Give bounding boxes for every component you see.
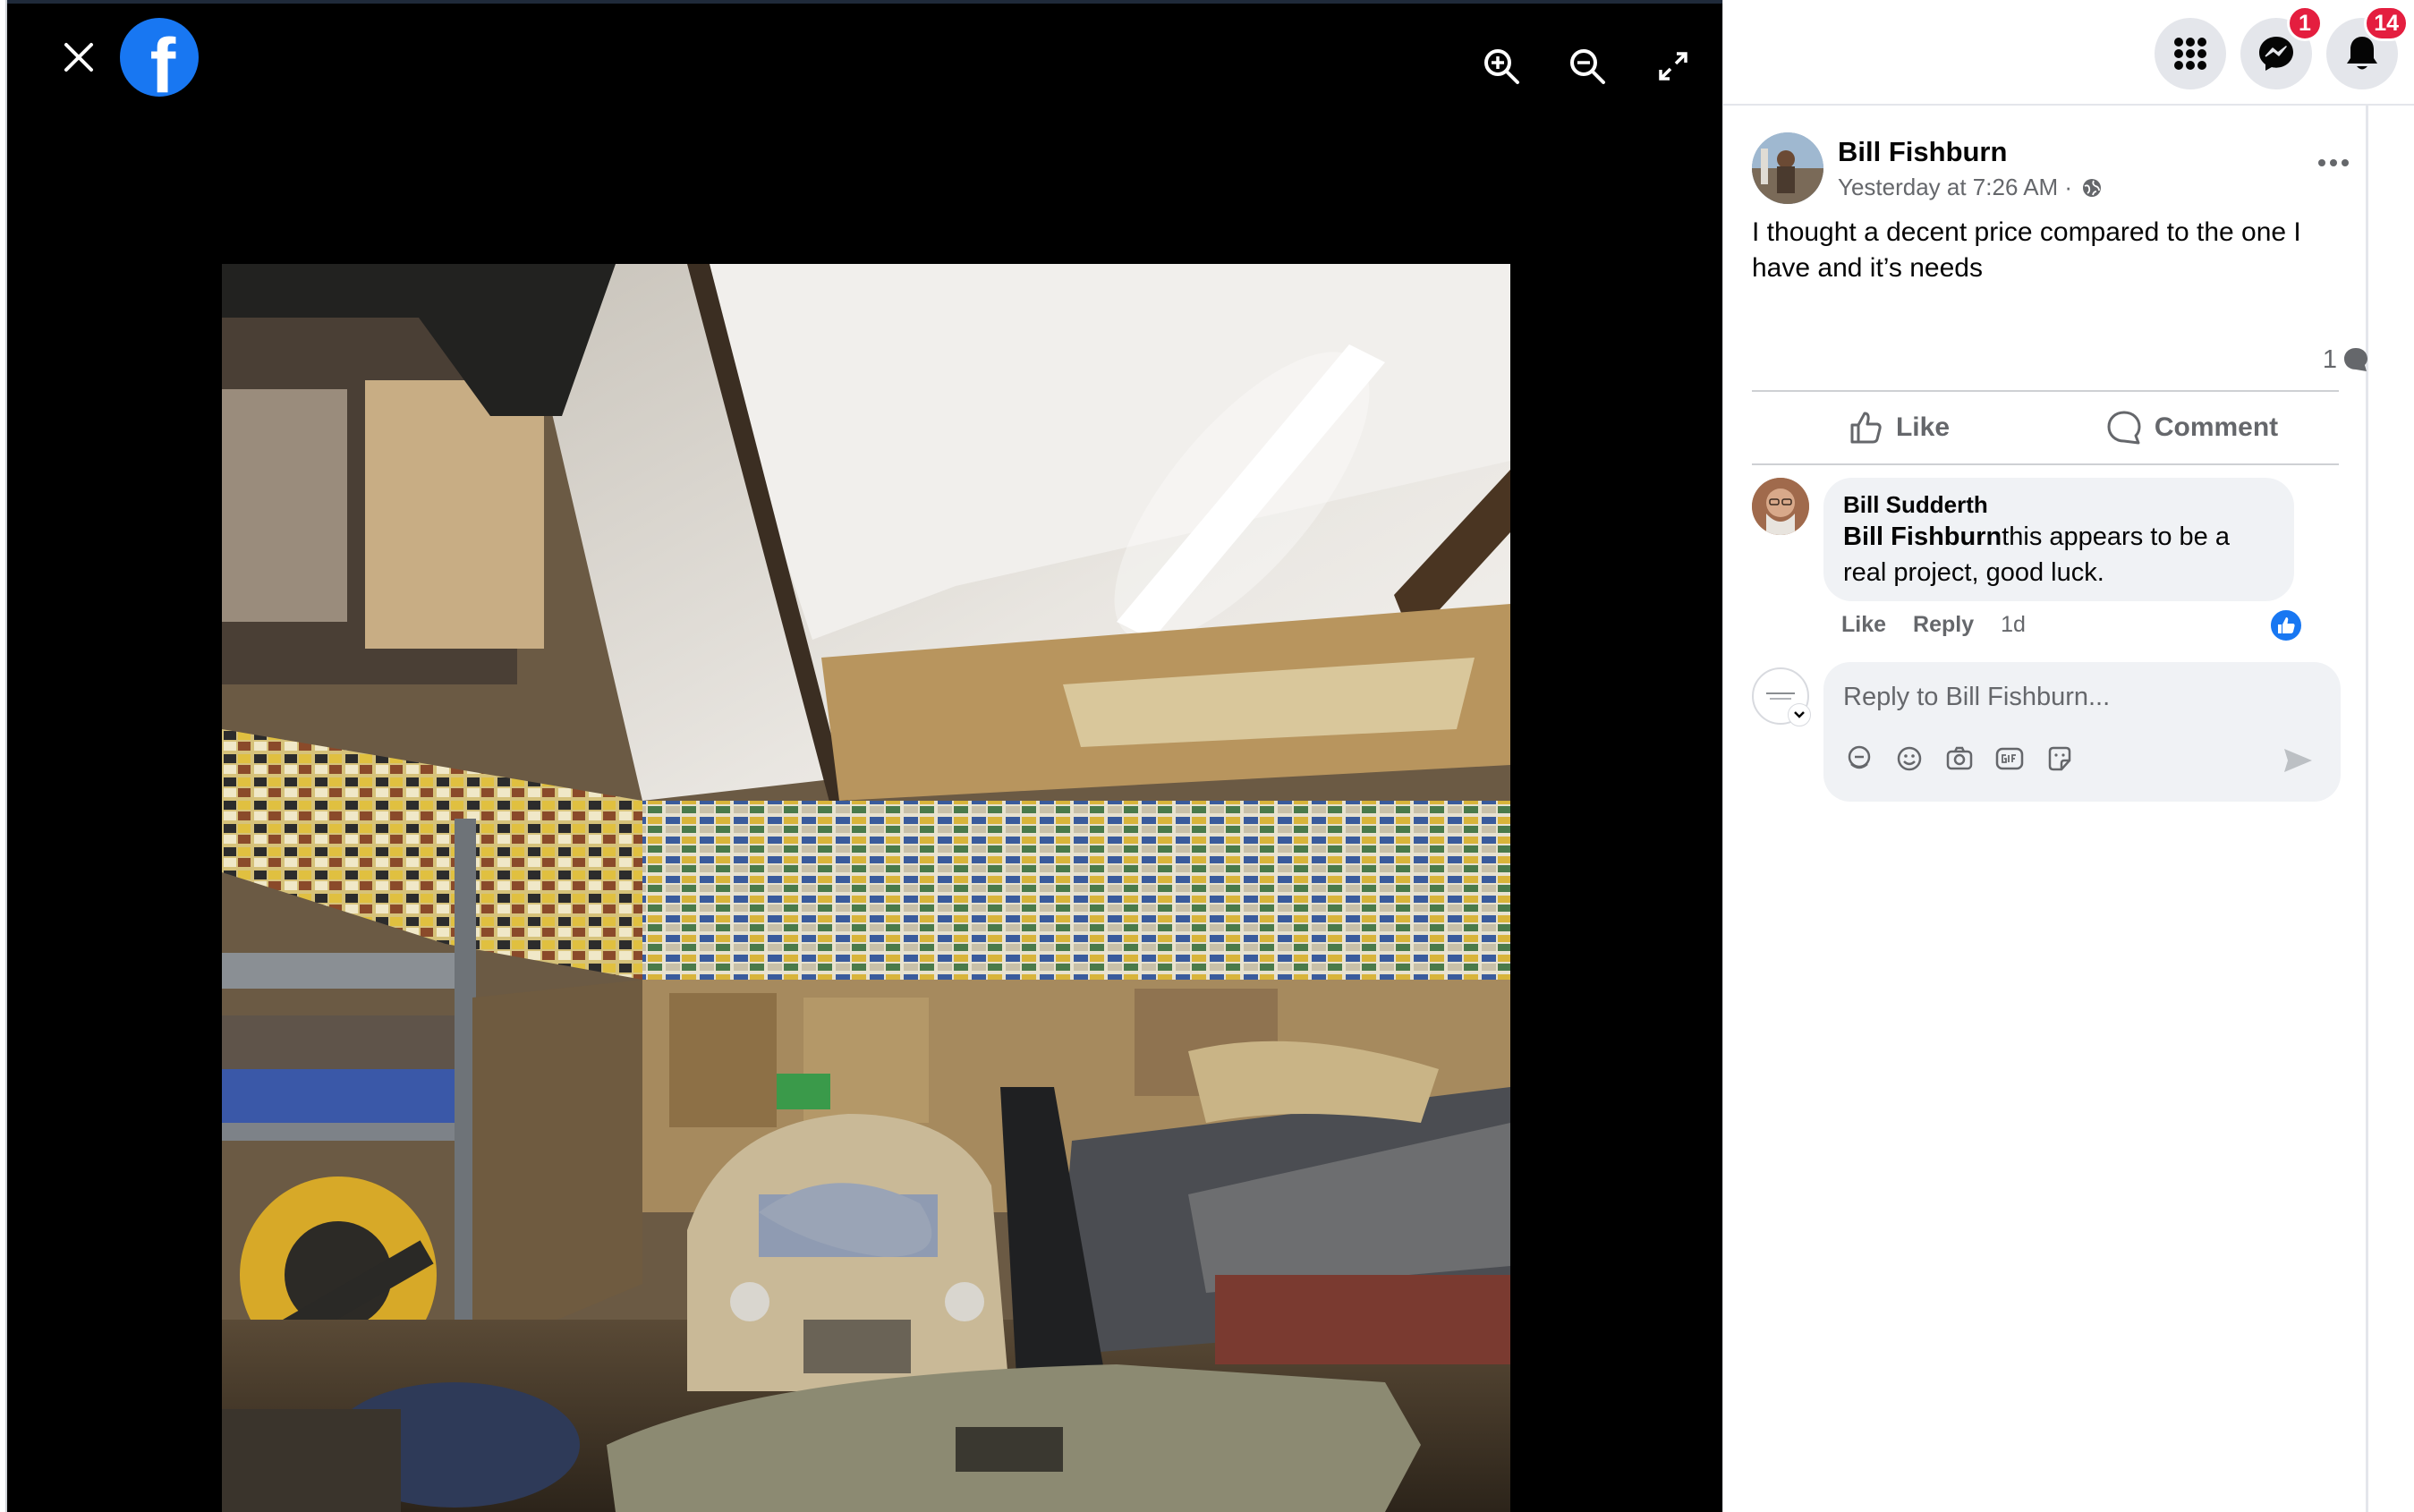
grid-menu-icon (2174, 38, 2206, 70)
chevron-down-icon (1794, 711, 1805, 718)
thumbs-up-icon (1850, 412, 1882, 444)
like-reaction-badge[interactable] (2269, 608, 2303, 642)
comment-reply-button[interactable]: Reply (1913, 612, 1974, 638)
gif-icon (1995, 747, 2024, 770)
sticker-button[interactable] (2044, 743, 2076, 775)
fullscreen-button[interactable] (1646, 39, 1700, 93)
zoom-in-button[interactable] (1475, 39, 1528, 93)
close-icon (64, 43, 93, 72)
zoom-in-icon (1484, 49, 1519, 84)
commenter-name[interactable]: Bill Sudderth (1843, 490, 2274, 519)
comment-bubble-icon (2344, 348, 2367, 371)
avatar-switch-button[interactable] (1788, 703, 1811, 726)
comment-icon (2107, 411, 2141, 445)
comment-actions: Like Reply 1d (1841, 612, 2026, 638)
avatar-sticker-icon (1848, 745, 1871, 769)
commenter-avatar[interactable] (1752, 478, 1809, 535)
current-user-avatar-image (1766, 692, 1795, 700)
send-button[interactable] (2280, 744, 2316, 777)
messenger-badge: 1 (2287, 5, 2323, 41)
post-header: Bill Fishburn Yesterday at 7:26 AM · (1752, 132, 2369, 213)
comment-button[interactable]: Comment (2045, 392, 2339, 463)
comment-like-button[interactable]: Like (1841, 612, 1886, 638)
comment-label: Comment (2154, 412, 2279, 442)
photo-button[interactable] (1943, 743, 1976, 775)
garage-photo-illustration (222, 264, 1510, 1512)
author-avatar-image (1752, 132, 1823, 204)
current-user-avatar[interactable] (1752, 667, 1811, 726)
reply-box (1823, 662, 2341, 802)
comment-mention[interactable]: Bill Fishburn (1843, 522, 2002, 551)
globe-icon (2083, 178, 2102, 197)
zoom-out-icon (1570, 49, 1605, 84)
panel-scrollbar[interactable] (2366, 106, 2368, 1512)
commenter-avatar-image (1752, 478, 1809, 535)
notifications-badge: 14 (2364, 5, 2409, 41)
reply-input[interactable] (1843, 675, 2308, 719)
comment-time[interactable]: 1d (2001, 612, 2026, 638)
zoom-out-button[interactable] (1560, 39, 1614, 93)
panel-top-bar: 1 14 (1723, 0, 2414, 106)
post-text: I thought a decent price compared to the… (1752, 217, 2301, 283)
menu-button[interactable] (2155, 18, 2226, 89)
post-photo[interactable] (222, 264, 1510, 1512)
like-reaction-icon (2278, 617, 2295, 633)
comment-count: 1 (2322, 344, 2337, 374)
avatar-sticker-button[interactable] (1843, 743, 1875, 775)
post-stats[interactable]: 1 (1752, 340, 2369, 379)
comment-bubble: Bill Sudderth Bill Fishburnthis appears … (1823, 478, 2294, 601)
post-timestamp[interactable]: Yesterday at 7:26 AM · (1838, 174, 2072, 201)
comment-text: Bill Fishburnthis appears to be a real p… (1843, 519, 2274, 590)
photo-viewer: f (7, 4, 1722, 1512)
post-side-panel: 1 14 Bill Fishburn Yesterday at 7:26 AM … (1722, 0, 2414, 1512)
close-button[interactable] (52, 30, 106, 84)
more-options-button[interactable] (2307, 145, 2360, 181)
facebook-logo[interactable]: f (120, 18, 199, 97)
like-button[interactable]: Like (1752, 392, 2045, 463)
facebook-logo-letter: f (149, 23, 176, 97)
post-meta: Yesterday at 7:26 AM · (1838, 174, 2103, 201)
send-icon (2284, 749, 2312, 772)
more-icon (2318, 159, 2349, 166)
reply-tools (1843, 743, 2076, 775)
messenger-icon (2259, 37, 2293, 71)
emoji-icon (1897, 746, 1922, 771)
post-author[interactable]: Bill Fishburn (1838, 136, 2007, 168)
facebook-photo-viewer: f 1 14 Bill Fishburn Yesterday at 7:26 A… (0, 0, 2414, 1512)
fullscreen-icon (1659, 52, 1687, 81)
gif-button[interactable] (1993, 743, 2026, 775)
sticker-icon (2048, 746, 2071, 771)
notifications-button[interactable]: 14 (2326, 5, 2409, 89)
left-edge-strip (0, 0, 7, 1512)
post-actions: Like Comment (1752, 390, 2339, 465)
messenger-button[interactable]: 1 (2240, 5, 2323, 89)
like-label: Like (1895, 412, 1951, 442)
camera-icon (1946, 746, 1973, 770)
emoji-button[interactable] (1893, 743, 1925, 775)
author-avatar[interactable] (1752, 132, 1823, 204)
